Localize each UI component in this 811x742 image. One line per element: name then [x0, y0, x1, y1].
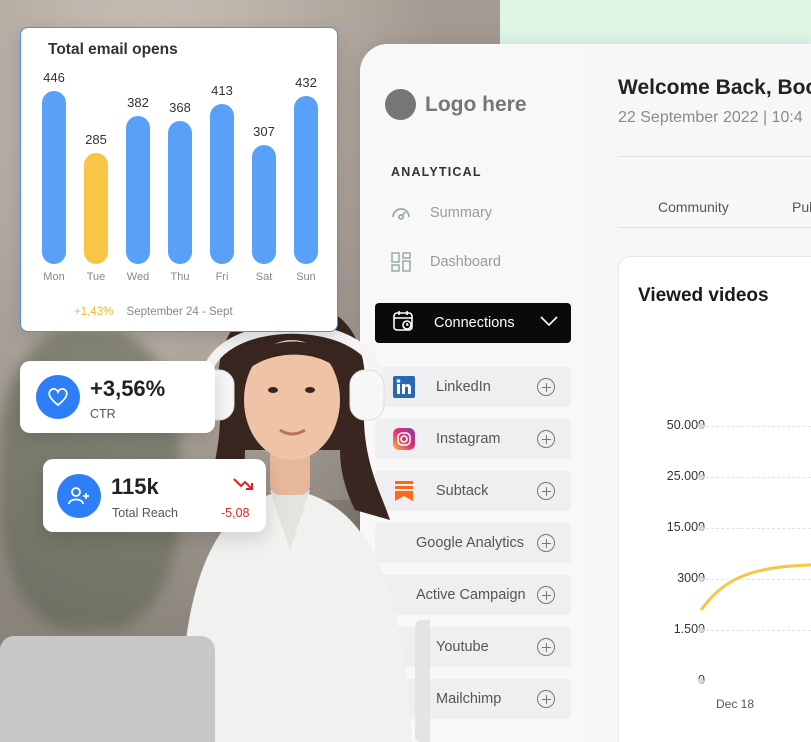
bar-value-label: 382 [127, 94, 149, 110]
add-circle-icon[interactable] [537, 690, 555, 708]
ctr-card: +3,56% CTR [20, 361, 215, 433]
tab-community[interactable]: Community [658, 199, 729, 215]
bar-value-label: 368 [169, 100, 191, 116]
total-email-opens-card: Total email opens 446 Mon 285 Tue 382 Wed 368 T… [20, 27, 338, 332]
viewed-videos-card: Viewed videos 50.000 25.000 15.000 3000 1.50… [618, 256, 811, 742]
x-tick-label: Wed [126, 271, 150, 283]
chevron-down-icon [539, 315, 559, 331]
bar-value-label: 413 [211, 82, 233, 98]
heart-icon [36, 375, 80, 419]
bar-fri[interactable] [210, 103, 234, 264]
ctr-value: +3,56% [90, 376, 166, 401]
grid-icon [390, 251, 412, 273]
add-circle-icon[interactable] [537, 534, 555, 552]
x-tick-label: Mon [43, 271, 65, 283]
bar-sat[interactable] [252, 144, 276, 264]
mint-background-strip [500, 0, 811, 44]
add-circle-icon[interactable] [537, 482, 555, 500]
integration-label: Subtack [436, 483, 489, 499]
integration-label: Instagram [436, 431, 501, 447]
x-tick-label: Tue [86, 271, 106, 283]
x-tick-label: Sun [296, 271, 316, 283]
logo-circle-icon [385, 89, 416, 120]
ctr-label: CTR [90, 407, 116, 421]
x-tick-label: Sat [255, 271, 273, 283]
divider [618, 156, 811, 157]
gauge-icon [390, 202, 412, 224]
bar-mon[interactable] [42, 91, 66, 264]
total-reach-card: 115k Total Reach -5,08 [43, 459, 266, 532]
logo[interactable]: Logo here [385, 89, 527, 120]
add-user-icon [57, 474, 101, 518]
sidebar-item-summary[interactable]: Summary [390, 202, 492, 224]
sidebar-item-dashboard[interactable]: Dashboard [390, 251, 501, 273]
bar-sun[interactable] [294, 96, 318, 264]
bar-value-label: 446 [43, 70, 65, 85]
bar-wed[interactable] [126, 115, 150, 264]
integration-label: Mailchimp [436, 691, 502, 707]
integration-label: Google Analytics [416, 535, 525, 551]
add-circle-icon[interactable] [537, 638, 555, 656]
change-percent: +1,43% [74, 306, 114, 318]
integration-label: Youtube [436, 639, 489, 655]
section-label-analytical: ANALYTICAL [391, 165, 482, 179]
reach-label: Total Reach [112, 506, 179, 520]
connections-label: Connections [434, 315, 515, 331]
trend-down-icon [233, 477, 255, 496]
sidebar-item-label: Summary [430, 205, 493, 221]
sidebar-item-label: Dashboard [430, 254, 501, 270]
tab-bar: Community Pul [618, 181, 811, 228]
card-footer: +1,43% September 24 - Sept [74, 306, 233, 318]
date-time: 22 September 2022 | 10:4 [618, 109, 803, 126]
date-range: September 24 - Sept [126, 306, 233, 318]
add-circle-icon[interactable] [537, 586, 555, 604]
laptop [0, 636, 215, 742]
series-line [699, 563, 811, 611]
reach-value: 115k [111, 474, 159, 499]
line-series-svg [699, 563, 811, 611]
x-tick-label: Thu [170, 271, 190, 283]
integration-label: LinkedIn [436, 379, 491, 395]
bar-tue[interactable] [84, 153, 108, 264]
bar-value-label: 432 [295, 75, 317, 91]
bar-value-label: 307 [253, 123, 275, 139]
bar-thu[interactable] [168, 121, 192, 264]
bar-value-label: 285 [85, 132, 107, 148]
main-content: Welcome Back, Boci 22 September 2022 | 1… [588, 44, 811, 742]
x-tick-label: Fri [215, 271, 229, 283]
reach-change: -5,08 [221, 506, 250, 520]
add-circle-icon[interactable] [537, 378, 555, 396]
logo-text: Logo here [425, 92, 527, 116]
integration-label: Active Campaign [416, 587, 526, 603]
welcome-heading: Welcome Back, Boci [618, 76, 811, 99]
card-title: Total email opens [48, 41, 178, 58]
tab-pul[interactable]: Pul [792, 199, 811, 215]
add-circle-icon[interactable] [537, 430, 555, 448]
